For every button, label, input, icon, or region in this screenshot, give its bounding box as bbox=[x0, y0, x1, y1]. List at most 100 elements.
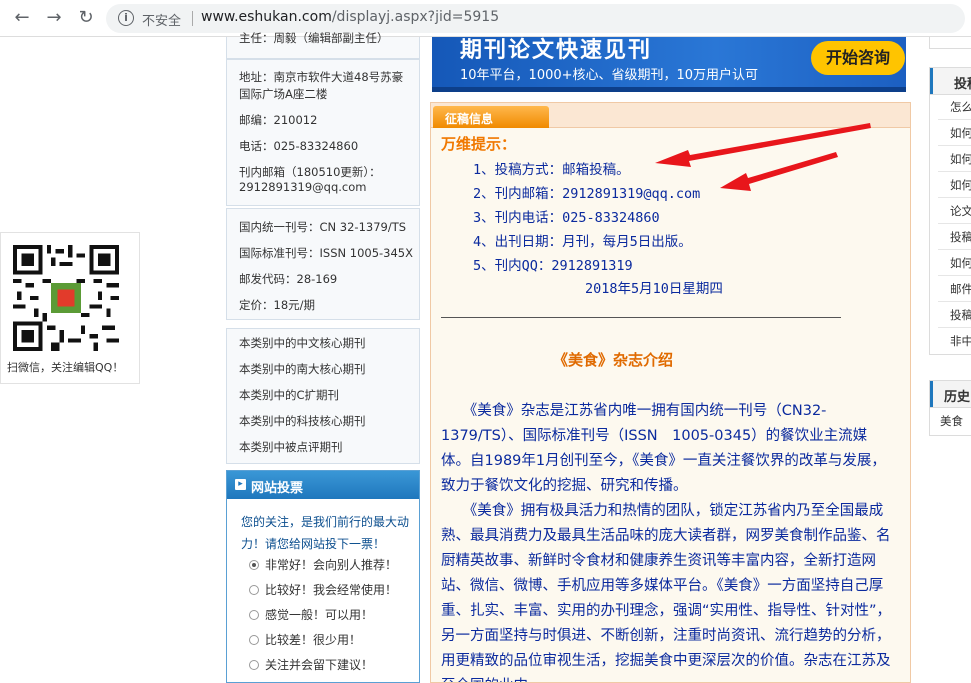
category-link[interactable]: 本类别中的C扩期刊 bbox=[239, 387, 339, 403]
reload-icon[interactable]: ↻ bbox=[76, 8, 96, 28]
divider bbox=[938, 275, 971, 276]
divider bbox=[938, 223, 971, 224]
intro-paragraph: 《美食》杂志是江苏省内唯一拥有国内统一刊号（CN32-1379/TS）、国际标准… bbox=[441, 403, 886, 494]
radio-selected-icon[interactable] bbox=[249, 560, 259, 570]
guide-link[interactable]: 如何 bbox=[950, 255, 971, 271]
address-line-1: 地址：南京市软件大道48号苏豪 bbox=[239, 70, 404, 84]
panel-header: 征稿信息 bbox=[431, 103, 910, 128]
postal-code: 邮发代码：28-169 bbox=[239, 272, 338, 286]
info-icon[interactable]: i bbox=[118, 10, 134, 26]
history-header: 历史 bbox=[930, 381, 971, 408]
intro-paragraph: 《美食》拥有极具活力和热情的团队，锁定江苏省内乃至全国最成熟、最具消费力及最具生… bbox=[441, 503, 892, 682]
url-host: www.eshukan.com bbox=[201, 9, 332, 25]
banner-title: 期刊论文快速见刊 bbox=[460, 38, 653, 63]
vote-title: 网站投票 bbox=[251, 481, 304, 496]
banner-stripe bbox=[432, 87, 906, 92]
email-value: 2912891319@qq.com bbox=[239, 180, 367, 194]
category-links-box: 本类别中的中文核心期刊 本类别中的南大核心期刊 本类别中的C扩期刊 本类别中的科… bbox=[226, 328, 420, 464]
vote-option-label: 感觉一般！可以用！ bbox=[265, 608, 374, 622]
tip-line: 2、刊内邮箱：2912891319@qq.com bbox=[473, 186, 701, 202]
vote-option[interactable]: 比较好！我会经常使用！ bbox=[249, 581, 397, 598]
url-text[interactable]: www.eshukan.com/displayj.aspx?jid=5915 bbox=[201, 9, 499, 25]
category-link[interactable]: 本类别中的南大核心期刊 bbox=[239, 361, 366, 377]
address-bar[interactable]: i 不安全 www.eshukan.com/displayj.aspx?jid=… bbox=[106, 4, 965, 33]
guide-link[interactable]: 投稿 bbox=[950, 229, 971, 245]
vote-option[interactable]: 感觉一般！可以用！ bbox=[249, 606, 373, 623]
guide-link[interactable]: 如何 bbox=[950, 125, 971, 141]
divider bbox=[938, 171, 971, 172]
guide-link[interactable]: 如何 bbox=[950, 151, 971, 167]
editor-line: 主任：周毅（编辑部副主任） bbox=[239, 31, 389, 45]
qr-code-icon bbox=[13, 245, 119, 351]
postcode: 邮编：210012 bbox=[239, 113, 318, 127]
right-list-title: 投稿 bbox=[954, 77, 971, 92]
tip-line: 4、出刊日期：月刊，每月5日出版。 bbox=[473, 234, 692, 250]
divider bbox=[938, 119, 971, 120]
vote-option[interactable]: 比较差！很少用！ bbox=[249, 631, 361, 648]
vote-option-label: 关注并会留下建议！ bbox=[265, 658, 374, 672]
vote-panel: ▸ 网站投票 您的关注，是我们前行的最大动力！请您给网站投下一票！ 非常好！会向… bbox=[226, 470, 420, 683]
banner-subtitle: 10年平台，1000+核心、省级期刊，10万用户认可 bbox=[460, 68, 759, 83]
consult-button[interactable]: 开始咨询 bbox=[811, 41, 905, 75]
right-guide-list: 投稿 怎么 如何 如何 如何 论文 投稿 如何 邮件 投稿 非中 bbox=[929, 67, 971, 355]
qr-caption: 扫微信，关注编辑QQ！ bbox=[7, 361, 124, 374]
arrow-right-icon: ▸ bbox=[235, 479, 246, 490]
vote-question: 您的关注，是我们前行的最大动力！请您给网站投下一票！ bbox=[241, 515, 410, 551]
vote-option-label: 比较好！我会经常使用！ bbox=[265, 583, 398, 597]
radio-icon[interactable] bbox=[249, 635, 259, 645]
address-line-2: 国际广场A座二楼 bbox=[239, 87, 328, 101]
tab-submission-info[interactable]: 征稿信息 bbox=[433, 106, 549, 128]
radio-icon[interactable] bbox=[249, 610, 259, 620]
tab-label: 征稿信息 bbox=[445, 112, 494, 126]
submission-info-panel: 征稿信息 万维提示： 1、投稿方式：邮箱投稿。 2、刊内邮箱：291289131… bbox=[430, 102, 911, 683]
qr-panel: 扫微信，关注编辑QQ！ bbox=[0, 232, 140, 384]
url-path: /displayj.aspx?jid=5915 bbox=[331, 9, 500, 25]
category-link[interactable]: 本类别中被点评期刊 bbox=[239, 439, 343, 455]
editor-info-box: 主任：周毅（编辑部副主任） bbox=[226, 31, 420, 59]
email-label: 刊内邮箱（180510更新）： bbox=[239, 165, 381, 179]
guide-link[interactable]: 如何 bbox=[950, 177, 971, 193]
right-list-header: 投稿 bbox=[930, 68, 971, 95]
publication-codes-box: 国内统一刊号：CN 32-1379/TS 国际标准刊号：ISSN 1005-34… bbox=[226, 208, 420, 320]
price: 定价：18元/期 bbox=[239, 298, 316, 312]
divider bbox=[938, 301, 971, 302]
category-link[interactable]: 本类别中的中文核心期刊 bbox=[239, 335, 366, 351]
history-link[interactable]: 美食 bbox=[940, 413, 963, 429]
promo-banner[interactable]: 期刊论文快速见刊 10年平台，1000+核心、省级期刊，10万用户认可 开始咨询 bbox=[432, 37, 906, 92]
divider bbox=[938, 145, 971, 146]
intro-title: 《美食》杂志介绍 bbox=[553, 351, 674, 369]
vote-option-label: 比较差！很少用！ bbox=[265, 633, 362, 647]
vote-option-label: 非常好！会向别人推荐！ bbox=[265, 558, 398, 572]
vote-option[interactable]: 关注并会留下建议！ bbox=[249, 656, 373, 673]
guide-link[interactable]: 投稿 bbox=[950, 307, 971, 323]
guide-link[interactable]: 论文 bbox=[950, 203, 971, 219]
issn-number: 国际标准刊号：ISSN 1005-345X bbox=[239, 246, 413, 260]
history-box: 历史 美食 bbox=[929, 380, 971, 436]
address-divider bbox=[192, 11, 193, 26]
browser-toolbar: ← → ↻ i 不安全 www.eshukan.com/displayj.asp… bbox=[0, 0, 971, 37]
history-title: 历史 bbox=[944, 390, 971, 405]
tip-title: 万维提示： bbox=[441, 135, 517, 153]
publish-date: 2018年5月10日星期四 bbox=[585, 281, 723, 297]
divider bbox=[938, 249, 971, 250]
guide-link[interactable]: 邮件 bbox=[950, 281, 971, 297]
vote-option[interactable]: 非常好！会向别人推荐！ bbox=[249, 556, 397, 573]
cn-number: 国内统一刊号：CN 32-1379/TS bbox=[239, 220, 407, 234]
tip-line: 1、投稿方式：邮箱投稿。 bbox=[473, 162, 630, 178]
divider bbox=[938, 327, 971, 328]
right-top-box bbox=[929, 37, 971, 49]
radio-icon[interactable] bbox=[249, 660, 259, 670]
vote-header: ▸ 网站投票 bbox=[227, 471, 419, 499]
tip-line: 3、刊内电话：025-83324860 bbox=[473, 210, 660, 226]
category-link[interactable]: 本类别中的科技核心期刊 bbox=[239, 413, 366, 429]
guide-link[interactable]: 非中 bbox=[950, 333, 971, 349]
security-label: 不安全 bbox=[142, 14, 182, 29]
guide-link[interactable]: 怎么 bbox=[950, 99, 971, 115]
forward-arrow-icon[interactable]: → bbox=[44, 8, 64, 28]
radio-icon[interactable] bbox=[249, 585, 259, 595]
phone: 电话：025-83324860 bbox=[239, 139, 359, 153]
tip-line: 5、刊内QQ：2912891319 bbox=[473, 258, 633, 274]
contact-box: 地址：南京市软件大道48号苏豪 国际广场A座二楼 邮编：210012 电话：02… bbox=[226, 59, 420, 206]
back-arrow-icon[interactable]: ← bbox=[12, 8, 32, 28]
divider bbox=[441, 317, 841, 318]
